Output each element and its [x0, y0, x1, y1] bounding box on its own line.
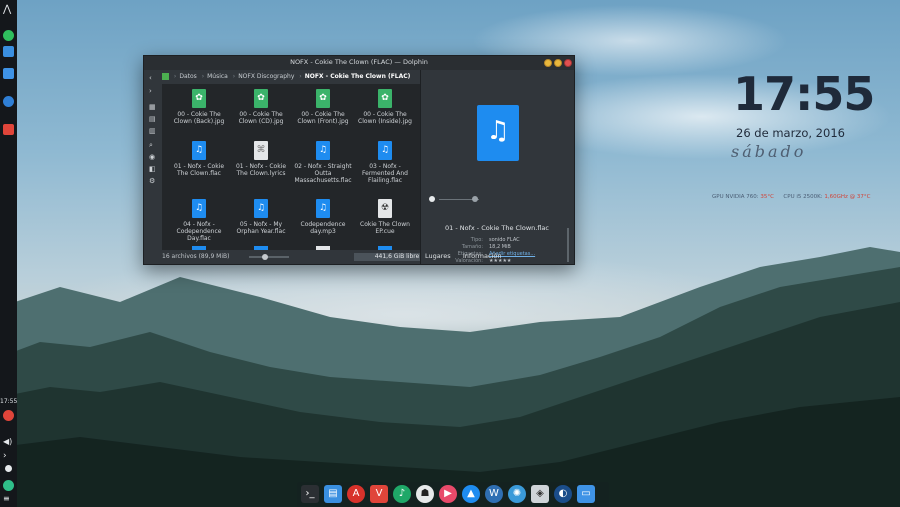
- window-title: NOFX - Cokie The Clown (FLAC) — Dolphin: [290, 58, 428, 66]
- breadcrumb-item[interactable]: Datos: [179, 73, 196, 80]
- file-item[interactable]: ♫ 02 - Nofx - Straight Outta Massachuset…: [292, 141, 354, 184]
- home-icon[interactable]: [162, 73, 169, 80]
- telegram-icon[interactable]: [3, 410, 14, 421]
- droplet-icon: [5, 465, 12, 472]
- steam-icon[interactable]: ◐: [554, 485, 572, 503]
- file-item[interactable]: ✿ 00 - Cokie The Clown (CD).jpg: [230, 89, 292, 125]
- inkscape-icon[interactable]: ☗: [416, 485, 434, 503]
- back-icon[interactable]: ‹: [149, 74, 152, 82]
- audio-file-icon: ♫: [378, 141, 392, 160]
- icons-view-icon[interactable]: ▦: [149, 103, 156, 111]
- text-file-icon: ⌘: [254, 141, 268, 160]
- breadcrumb-item[interactable]: Música: [207, 73, 228, 80]
- browser-icon[interactable]: [3, 96, 14, 107]
- close-icon[interactable]: [564, 59, 572, 67]
- file-item-partial[interactable]: [192, 246, 206, 250]
- file-count: 16 archivos (89,9 MiB): [162, 253, 230, 260]
- play-button[interactable]: [429, 196, 435, 202]
- toolbar-side: ‹ › ▦ ▤ ▥ ⌕ ◉ ◧ ⚙: [146, 71, 160, 251]
- info-file-title: 01 - Nofx - Cokie The Clown.flac: [445, 224, 549, 232]
- file-item[interactable]: ✿ 00 - Cokie The Clown (Front).jpg: [292, 89, 354, 125]
- image-file-icon: ✿: [378, 89, 392, 108]
- file-item[interactable]: ♫ 05 - Nofx - My Orphan Year.flac: [230, 199, 292, 235]
- status-icon[interactable]: [3, 480, 14, 491]
- tab-places[interactable]: Lugares: [425, 252, 451, 260]
- window-titlebar[interactable]: NOFX - Cokie The Clown (FLAC) — Dolphin: [144, 56, 574, 70]
- chevron-right-icon[interactable]: ›: [3, 451, 14, 462]
- audio-file-icon: ♫: [192, 141, 206, 160]
- compact-view-icon[interactable]: ▤: [149, 115, 156, 123]
- vivaldi-icon[interactable]: V: [370, 485, 388, 503]
- clock-widget-day: sábado: [731, 142, 807, 161]
- cue-file-icon: ☢: [378, 199, 392, 218]
- clock-widget-time: 17:55: [733, 67, 875, 121]
- minimize-icon[interactable]: [544, 59, 552, 67]
- audio-file-icon: ♫: [316, 199, 330, 218]
- file-item-partial[interactable]: [316, 246, 330, 250]
- image-file-icon: ✿: [254, 89, 268, 108]
- file-item[interactable]: ⌘ 01 - Nofx - Cokie The Clown.lyrics: [230, 141, 292, 177]
- audio-preview-icon: ♫: [477, 105, 519, 161]
- kde-icon[interactable]: ▲: [462, 485, 480, 503]
- volume-icon[interactable]: ◀): [3, 436, 14, 447]
- folder-icon[interactable]: [3, 68, 14, 79]
- panel-clock: 17:55: [0, 398, 18, 405]
- audio-file-icon: ♫: [316, 141, 330, 160]
- tab-information[interactable]: Información: [463, 252, 502, 260]
- pdf-reader-icon[interactable]: A: [347, 485, 365, 503]
- playback-slider-handle[interactable]: [472, 196, 478, 202]
- info-tabs: Lugares Información: [425, 252, 501, 260]
- zoom-slider[interactable]: [249, 256, 289, 258]
- maximize-icon[interactable]: [554, 59, 562, 67]
- terminal-icon[interactable]: ›_: [301, 485, 319, 503]
- forward-icon[interactable]: ›: [149, 87, 152, 95]
- app-launcher-icon[interactable]: ⋀: [3, 4, 14, 15]
- files-icon[interactable]: [3, 46, 14, 57]
- image-file-icon: ✿: [316, 89, 330, 108]
- system-monitor-widget: GPU NVIDIA 760: 35°C CPU i5 2500K: 1,60G…: [712, 194, 871, 200]
- details-view-icon[interactable]: ▥: [149, 127, 156, 135]
- wordpress-icon[interactable]: W: [485, 485, 503, 503]
- search-icon[interactable]: ⌕: [149, 141, 153, 149]
- gear-icon[interactable]: ⚙: [149, 177, 155, 185]
- info-scrollbar[interactable]: [567, 228, 569, 262]
- music-player-icon[interactable]: ♪: [393, 485, 411, 503]
- file-item[interactable]: ♫ 04 - Nofx - Codependence Day.flac: [168, 199, 230, 242]
- dock: ›_ ▤ A V ♪ ☗ ▶ ▲ W ✺ ◈ ◐ ▭: [297, 482, 609, 507]
- wallpaper-landscape: [0, 247, 900, 507]
- file-item[interactable]: ✿ 00 - Cokie The Clown (Inside).jpg: [354, 89, 416, 125]
- image-file-icon: ✿: [192, 89, 206, 108]
- media-player-icon[interactable]: ▶: [439, 485, 457, 503]
- file-item-partial[interactable]: [378, 246, 392, 250]
- files-icon[interactable]: ▤: [324, 485, 342, 503]
- menu-icon[interactable]: ≡: [3, 493, 14, 504]
- split-view-icon[interactable]: ◧: [149, 165, 156, 173]
- breadcrumb-current[interactable]: NOFX - Cokie The Clown (FLAC): [305, 73, 411, 80]
- file-item[interactable]: ✿ 00 - Cokie The Clown (Back).jpg: [168, 89, 230, 125]
- file-item-partial[interactable]: [254, 246, 268, 250]
- left-panel: ⋀ 17:55 ◀) › ≡: [0, 0, 17, 507]
- status-bar: 16 archivos (89,9 MiB) 441,6 GiB libre: [162, 251, 440, 263]
- information-panel: ♫ 01 - Nofx - Cokie The Clown.flac Tipo:…: [421, 70, 573, 264]
- file-item[interactable]: ♫ 01 - Nofx - Cokie The Clown.flac: [168, 141, 230, 177]
- clock-widget-date: 26 de marzo, 2016: [736, 126, 845, 140]
- file-item[interactable]: ♫ Codependence day.mp3: [292, 199, 354, 235]
- spotify-icon[interactable]: [3, 30, 14, 41]
- zoom-slider-handle[interactable]: [262, 254, 268, 260]
- package-icon[interactable]: ◈: [531, 485, 549, 503]
- preview-icon[interactable]: ◉: [149, 153, 155, 161]
- breadcrumb: › Datos › Música › NOFX Discography › NOFX -…: [162, 71, 420, 83]
- file-item[interactable]: ☢ Cokie The Clown EP.cue: [354, 199, 416, 235]
- sketch-icon[interactable]: ✺: [508, 485, 526, 503]
- file-view[interactable]: ✿ 00 - Cokie The Clown (Back).jpg ✿ 00 -…: [162, 84, 420, 250]
- vivaldi-icon[interactable]: [3, 124, 14, 135]
- dolphin-window: NOFX - Cokie The Clown (FLAC) — Dolphin …: [143, 55, 575, 265]
- breadcrumb-item[interactable]: NOFX Discography: [238, 73, 294, 80]
- audio-file-icon: ♫: [254, 199, 268, 218]
- audio-file-icon: ♫: [192, 199, 206, 218]
- file-item[interactable]: ♫ 03 - Nofx - Fermented And Flailing.fla…: [354, 141, 416, 184]
- folder-icon[interactable]: ▭: [577, 485, 595, 503]
